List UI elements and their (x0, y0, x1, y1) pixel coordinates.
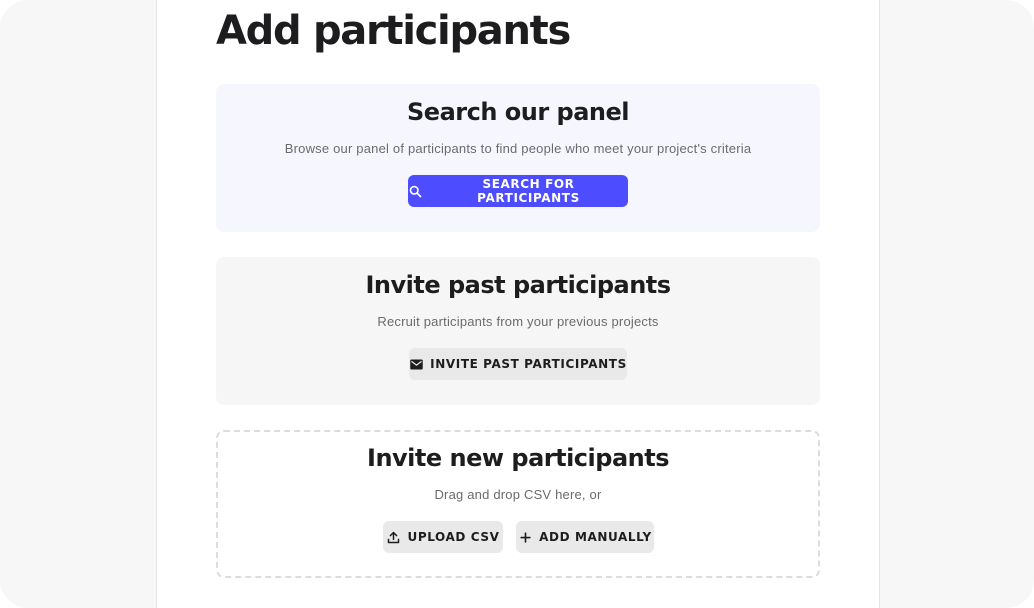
add-manually-label: ADD MANUALLY (539, 530, 652, 544)
invite-past-participants-label: INVITE PAST PARTICIPANTS (430, 357, 627, 371)
search-panel-description: Browse our panel of participants to find… (284, 141, 752, 156)
past-participants-heading: Invite past participants (365, 271, 671, 299)
search-for-participants-label: SEARCH FOR PARTICIPANTS (477, 177, 580, 205)
main-card: Add participants Search our panel Browse… (156, 0, 880, 608)
mail-icon (410, 359, 423, 369)
plus-icon (520, 531, 531, 543)
past-participants-section: Invite past participants Recruit partici… (216, 257, 820, 405)
search-for-participants-button[interactable]: SEARCH FOR PARTICIPANTS (408, 175, 628, 207)
app-frame: Add participants Search our panel Browse… (0, 0, 1034, 608)
new-participants-dropzone[interactable]: Invite new participants Drag and drop CS… (216, 430, 820, 578)
invite-past-participants-button[interactable]: INVITE PAST PARTICIPANTS (409, 348, 627, 380)
dropzone-instructions: Drag and drop CSV here, or (434, 487, 602, 502)
new-participants-heading: Invite new participants (367, 444, 669, 472)
upload-icon (388, 531, 400, 543)
past-participants-description: Recruit participants from your previous … (377, 314, 659, 329)
add-manually-button[interactable]: ADD MANUALLY (516, 521, 654, 553)
upload-csv-button[interactable]: UPLOAD CSV (383, 521, 503, 553)
page-title: Add participants (216, 8, 571, 54)
search-icon (409, 185, 422, 197)
search-panel-heading: Search our panel (407, 98, 630, 126)
search-panel-section: Search our panel Browse our panel of par… (216, 84, 820, 232)
upload-csv-label: UPLOAD CSV (407, 530, 500, 544)
